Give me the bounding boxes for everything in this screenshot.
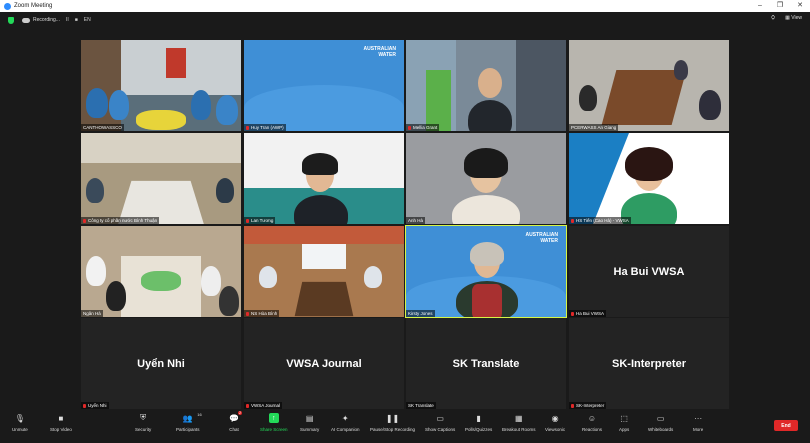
muted-mic-icon <box>408 125 411 130</box>
ellipsis-icon: ··· <box>694 413 703 423</box>
participant-name-label: SK-Interpreter <box>569 402 607 409</box>
participant-name-label: HS Tiến (Cao Hà) - VWSA <box>569 217 631 224</box>
viewsonic-button[interactable]: ◉ Viewsonic <box>545 413 565 433</box>
shield-icon: ⛨ <box>140 413 147 422</box>
video-tile[interactable]: PCERWASS An Giang <box>569 40 729 131</box>
video-tile[interactable]: AUSTRALIAN WATER Huy Tran (AWP) <box>244 40 404 131</box>
video-camera-icon: ■ <box>58 413 64 423</box>
participant-name-label: Ha Bui VWSA <box>569 310 607 317</box>
video-tile[interactable]: Anh Hà <box>406 133 566 224</box>
muted-mic-icon <box>246 125 249 130</box>
smiley-icon: ☺ <box>587 413 597 423</box>
share-arrow-icon: ↑ <box>268 413 279 423</box>
video-tile[interactable]: Lan Tương <box>244 133 404 224</box>
unmute-button[interactable]: 🎙 Unmute <box>12 413 28 433</box>
chat-unread-badge: 2 <box>238 411 242 415</box>
video-tile[interactable]: Ngân Hà <box>81 226 241 317</box>
apps-icon: ⬚ <box>620 413 628 423</box>
more-button[interactable]: ··· More <box>693 413 703 433</box>
participant-name-label: VWSA Journal <box>244 402 283 409</box>
video-tile-active-speaker[interactable]: AUSTRALIAN WATER Kirsty Jones <box>405 225 567 318</box>
chat-button[interactable]: 💬 2 Chat <box>229 411 242 432</box>
muted-mic-icon <box>246 218 249 223</box>
avatar-tile[interactable]: Uyển Nhi Uyển Nhi <box>81 318 241 409</box>
participant-name-label: CANTHOWASSCO <box>81 124 124 131</box>
participant-name-label: PCERWASS An Giang <box>569 124 619 131</box>
viewsonic-icon: ◉ <box>551 413 559 423</box>
participant-display-name: Ha Bui VWSA <box>613 265 685 278</box>
avatar-tile[interactable]: SK Translate SK Translate <box>406 318 566 409</box>
muted-mic-icon <box>571 403 574 408</box>
people-icon: 👥 16 <box>182 412 202 423</box>
ai-companion-button[interactable]: ✦ AI Companion <box>331 413 360 433</box>
meeting-toolbar: 🎙 Unmute ■ Stop Video ⛨ Security 👥 16 Par… <box>0 410 810 443</box>
mic-muted-icon: 🎙 <box>14 413 25 423</box>
participant-name-label: Công ty cổ phần nước Bình Thuận <box>81 217 160 224</box>
participants-count: 16 <box>197 412 202 417</box>
grid-icon: ▦ <box>514 413 523 423</box>
participant-name-label: SK Translate <box>406 402 436 409</box>
apps-button[interactable]: ⬚ Apps <box>619 413 629 433</box>
participants-button[interactable]: 👥 16 Participants <box>176 412 202 432</box>
chat-bubble-icon: 💬 2 <box>229 411 242 423</box>
muted-mic-icon <box>246 311 249 316</box>
participant-name-label: Kirsty Jones <box>406 310 435 317</box>
avatar-tile[interactable]: VWSA Journal VWSA Journal <box>244 318 404 409</box>
avatar-tile[interactable]: SK-Interpreter SK-Interpreter <box>569 318 729 409</box>
participant-display-name: Uyển Nhi <box>137 357 185 370</box>
summary-button[interactable]: ▤ Summary <box>300 413 319 433</box>
video-tile[interactable]: NS Hòa Bình <box>244 226 404 317</box>
australian-water-logo: AUSTRALIAN WATER <box>363 46 397 58</box>
participant-name-label: Mellia Grant <box>406 124 440 131</box>
pause-stop-recording-button[interactable]: ❚❚ Pause/Stop Recording <box>370 413 415 433</box>
video-tile[interactable]: Công ty cổ phần nước Bình Thuận <box>81 133 241 224</box>
avatar-tile[interactable]: Ha Bui VWSA Ha Bui VWSA <box>569 226 729 317</box>
participant-name-label: Lan Tương <box>244 217 276 224</box>
muted-mic-icon <box>571 311 574 316</box>
pause-stop-icon: ❚❚ <box>385 413 400 423</box>
participant-name-label: Huy Tran (AWP) <box>244 124 286 131</box>
participant-display-name: SK-Interpreter <box>612 357 686 370</box>
participant-name-label: NS Hòa Bình <box>244 310 280 317</box>
end-meeting-button[interactable]: End <box>774 420 798 431</box>
participant-name-label: Uyển Nhi <box>81 402 109 409</box>
video-tile[interactable]: HS Tiến (Cao Hà) - VWSA <box>569 133 729 224</box>
whiteboards-button[interactable]: ▭ Whiteboards <box>648 413 673 433</box>
participant-name-label: Anh Hà <box>406 217 426 224</box>
reactions-button[interactable]: ☺ Reactions <box>582 413 602 433</box>
muted-mic-icon <box>83 403 86 408</box>
summary-icon: ▤ <box>305 413 314 423</box>
video-tile[interactable]: CANTHOWASSCO <box>81 40 241 131</box>
stop-video-button[interactable]: ■ Stop Video <box>50 413 72 433</box>
whiteboard-icon: ▭ <box>656 413 665 423</box>
polls-quizzes-button[interactable]: ▮ Polls/Quizzes <box>465 413 492 433</box>
share-screen-button[interactable]: ↑ Share Screen <box>260 413 288 432</box>
show-captions-button[interactable]: ▭ Show Captions <box>425 413 455 433</box>
security-button[interactable]: ⛨ Security <box>135 413 151 432</box>
breakout-rooms-button[interactable]: ▦ Breakout Rooms <box>502 413 536 433</box>
muted-mic-icon <box>246 403 249 408</box>
muted-mic-icon <box>571 218 574 223</box>
participant-display-name: VWSA Journal <box>286 357 362 370</box>
muted-mic-icon <box>83 218 86 223</box>
participant-name-label: Ngân Hà <box>81 310 103 317</box>
australian-water-logo: AUSTRALIAN WATER <box>525 232 559 244</box>
participant-display-name: SK Translate <box>452 357 520 370</box>
video-tile[interactable]: Mellia Grant <box>406 40 566 131</box>
sparkle-icon: ✦ <box>341 413 349 423</box>
video-grid: CANTHOWASSCO AUSTRALIAN WATER Huy Tran (A… <box>0 0 810 443</box>
bar-chart-icon: ▮ <box>476 413 481 423</box>
captions-icon: ▭ <box>436 413 444 423</box>
